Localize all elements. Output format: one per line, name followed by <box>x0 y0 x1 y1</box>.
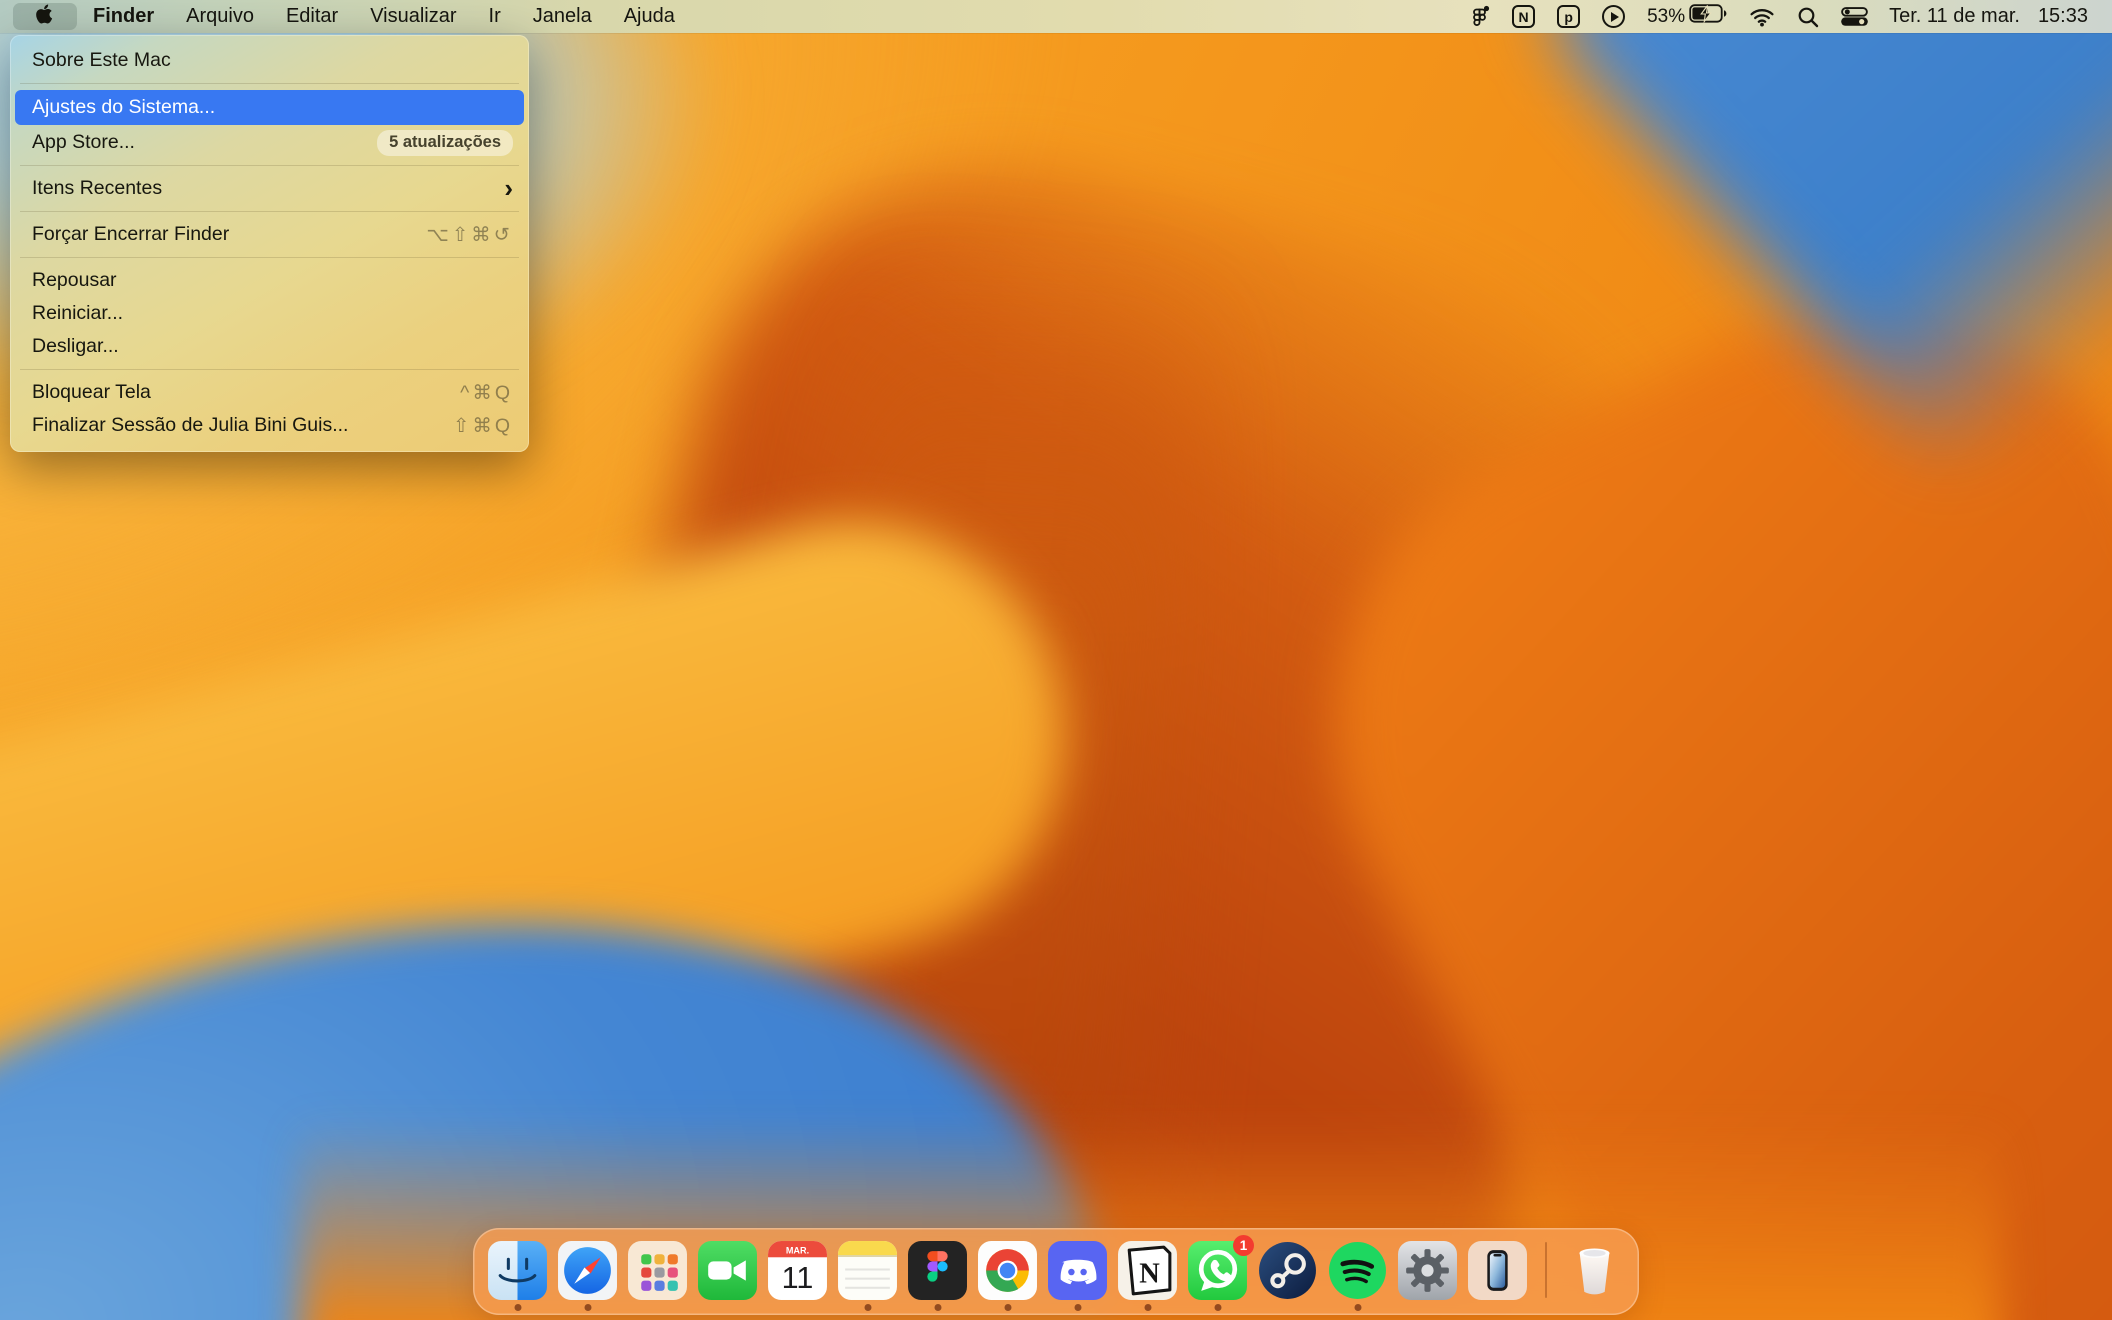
menu-item-app-store[interactable]: App Store... 5 atualizações <box>10 126 529 159</box>
dock-item-whatsapp[interactable]: 1 <box>1187 1240 1248 1301</box>
dock-item-trash[interactable] <box>1564 1240 1625 1301</box>
menubar-clock[interactable]: Ter. 11 de mar. 15:33 <box>1879 5 2088 28</box>
submenu-chevron-icon: › <box>504 175 513 201</box>
dock-item-calendar[interactable]: MAR. 11 <box>767 1240 828 1301</box>
menu-item-label: Sobre Este Mac <box>32 49 513 72</box>
menu-item-label: Reiniciar... <box>32 302 513 325</box>
wifi-status-icon[interactable] <box>1738 7 1786 27</box>
menubar-status-area: N p 53% <box>1459 4 2088 29</box>
menubar-item-editar[interactable]: Editar <box>270 3 354 30</box>
dock-item-system-settings[interactable] <box>1397 1240 1458 1301</box>
menu-item-shortcut: ⇧⌘Q <box>453 414 513 438</box>
running-indicator <box>1144 1304 1151 1311</box>
menu-item-label: Itens Recentes <box>32 177 504 200</box>
updates-badge: 5 atualizações <box>377 130 513 156</box>
menu-item-label: Desligar... <box>32 335 513 358</box>
menu-item-ajustes-do-sistema[interactable]: Ajustes do Sistema... <box>15 90 524 125</box>
menu-item-desligar[interactable]: Desligar... <box>10 330 529 363</box>
calendar-day-label: 11 <box>782 1261 814 1295</box>
desktop: Finder Arquivo Editar Visualizar Ir Jane… <box>0 0 2112 1320</box>
menu-item-forcar-encerrar-finder[interactable]: Forçar Encerrar Finder ⌥⇧⌘↺ <box>10 218 529 251</box>
notification-badge: 1 <box>1233 1235 1254 1256</box>
menu-separator <box>20 83 519 84</box>
menubar-item-visualizar[interactable]: Visualizar <box>354 3 472 30</box>
menubar-time: 15:33 <box>2038 5 2088 28</box>
dock-item-discord[interactable] <box>1047 1240 1108 1301</box>
menu-item-label: Forçar Encerrar Finder <box>32 223 426 246</box>
menu-item-repousar[interactable]: Repousar <box>10 264 529 297</box>
menu-item-shortcut: ⌥⇧⌘↺ <box>426 223 513 247</box>
running-indicator <box>1074 1304 1081 1311</box>
menubar-app-name[interactable]: Finder <box>77 3 170 30</box>
control-center-icon[interactable] <box>1830 7 1879 26</box>
dock-item-safari[interactable] <box>557 1240 618 1301</box>
notion-letter: N <box>1139 1259 1160 1290</box>
apple-icon <box>36 3 55 31</box>
dock-item-iphone-mirroring[interactable] <box>1467 1240 1528 1301</box>
menu-separator <box>20 369 519 370</box>
running-indicator <box>934 1304 941 1311</box>
menu-separator <box>20 257 519 258</box>
running-indicator <box>1214 1304 1221 1311</box>
battery-percent: 53% <box>1647 6 1689 28</box>
dock-item-notion[interactable]: N <box>1117 1240 1178 1301</box>
notion-status-icon[interactable]: N <box>1501 5 1546 28</box>
menu-item-finalizar-sessao[interactable]: Finalizar Sessão de Julia Bini Guis... ⇧… <box>10 409 529 442</box>
running-indicator <box>1354 1304 1361 1311</box>
dock-item-steam[interactable] <box>1257 1240 1318 1301</box>
menu-item-label: Bloquear Tela <box>32 381 460 404</box>
dock-separator <box>1545 1242 1547 1298</box>
running-indicator <box>1004 1304 1011 1311</box>
running-indicator <box>514 1304 521 1311</box>
calendar-month-label: MAR. <box>786 1246 809 1256</box>
menu-bar: Finder Arquivo Editar Visualizar Ir Jane… <box>0 0 2112 33</box>
menubar-item-arquivo[interactable]: Arquivo <box>170 3 270 30</box>
figma-status-icon[interactable] <box>1459 5 1501 29</box>
battery-icon <box>1689 4 1727 29</box>
p-app-status-icon[interactable]: p <box>1546 5 1591 28</box>
spotlight-search-icon[interactable] <box>1786 6 1830 28</box>
playback-status-icon[interactable] <box>1591 5 1636 28</box>
menubar-item-ir[interactable]: Ir <box>473 3 517 30</box>
menubar-date: Ter. 11 de mar. <box>1889 5 2020 28</box>
menu-separator <box>20 165 519 166</box>
menu-item-label: App Store... <box>32 131 377 154</box>
apple-menu-button[interactable] <box>13 3 77 30</box>
dock-item-launchpad[interactable] <box>627 1240 688 1301</box>
running-indicator <box>864 1304 871 1311</box>
dock-item-finder[interactable] <box>487 1240 548 1301</box>
menu-separator <box>20 211 519 212</box>
battery-status[interactable]: 53% <box>1636 4 1738 29</box>
apple-menu-dropdown: Sobre Este Mac Ajustes do Sistema... App… <box>10 35 529 452</box>
menu-item-shortcut: ^⌘Q <box>460 381 513 405</box>
dock-item-facetime[interactable] <box>697 1240 758 1301</box>
menu-item-bloquear-tela[interactable]: Bloquear Tela ^⌘Q <box>10 376 529 409</box>
menubar-item-janela[interactable]: Janela <box>517 3 608 30</box>
dock-item-chrome[interactable] <box>977 1240 1038 1301</box>
dock: MAR. 11 <box>473 1228 1639 1315</box>
menu-item-label: Finalizar Sessão de Julia Bini Guis... <box>32 414 453 437</box>
menu-item-itens-recentes[interactable]: Itens Recentes › <box>10 172 529 205</box>
menu-item-reiniciar[interactable]: Reiniciar... <box>10 297 529 330</box>
menu-item-label: Ajustes do Sistema... <box>32 96 513 119</box>
dock-item-spotify[interactable] <box>1327 1240 1388 1301</box>
dock-item-figma[interactable] <box>907 1240 968 1301</box>
dock-item-notes[interactable] <box>837 1240 898 1301</box>
menu-item-label: Repousar <box>32 269 513 292</box>
menubar-item-ajuda[interactable]: Ajuda <box>608 3 691 30</box>
menu-item-sobre-este-mac[interactable]: Sobre Este Mac <box>10 44 529 77</box>
running-indicator <box>584 1304 591 1311</box>
